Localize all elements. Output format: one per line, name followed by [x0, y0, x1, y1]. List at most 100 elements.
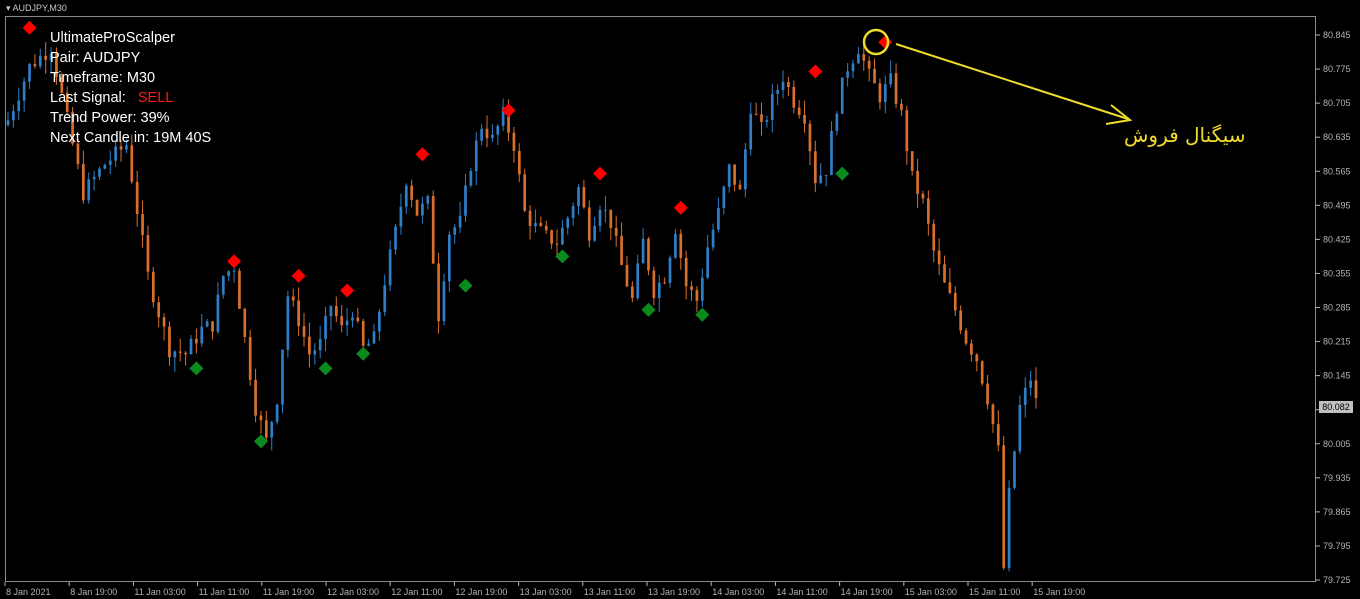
candle-body	[480, 128, 483, 141]
candle-body	[587, 207, 591, 241]
candle-body	[663, 282, 666, 284]
candle-body	[528, 210, 532, 227]
candle-body	[1023, 387, 1027, 405]
candle-body	[835, 113, 839, 131]
candle-body	[216, 294, 220, 332]
candle-body	[168, 326, 171, 358]
candle-body	[243, 308, 247, 338]
candle-body	[28, 63, 31, 82]
candle-body	[33, 63, 37, 67]
buy-signal-marker	[835, 166, 850, 181]
symbol-tab[interactable]: ▾ AUDJPY,M30	[6, 3, 67, 14]
next-candle-value: 19M 40S	[153, 130, 212, 146]
time-axis[interactable]: 8 Jan 2021 8 Jan 19:00 11 Jan 03:00 11 Jan …	[4, 582, 1085, 597]
price-tick-label: 80.005	[1323, 439, 1351, 449]
candle-body	[593, 225, 597, 241]
candle-body	[1018, 404, 1022, 452]
candle-body	[302, 326, 306, 337]
candle-body	[114, 146, 117, 161]
price-tick-label: 80.425	[1323, 234, 1351, 244]
timeframe-label: Timeframe:	[50, 70, 127, 86]
candle-body	[620, 235, 623, 265]
candle-body	[641, 238, 645, 264]
candle-body	[318, 339, 322, 351]
time-tick-label: 15 Jan 11:00	[969, 587, 1020, 597]
price-tick-label: 80.145	[1323, 371, 1351, 381]
candle-body	[38, 55, 42, 67]
candle-body	[286, 296, 290, 350]
buy-signal-marker	[458, 278, 473, 293]
time-tick-label: 12 Jan 11:00	[391, 587, 442, 597]
candle-body	[857, 54, 860, 64]
candle-body	[270, 421, 274, 438]
indicator-name: UltimateProScalper	[50, 30, 175, 46]
candle-body	[539, 222, 543, 226]
candle-body	[700, 277, 704, 301]
candle-body	[12, 111, 15, 121]
candle-body	[517, 150, 521, 175]
candle-body	[824, 175, 828, 177]
candle-body	[808, 123, 812, 152]
candle-body	[195, 338, 198, 344]
candle-body	[948, 282, 952, 293]
candle-body	[281, 349, 284, 405]
candle-body	[146, 235, 150, 272]
price-tick-label: 80.285	[1323, 303, 1351, 313]
candle-body	[82, 164, 85, 201]
buy-signal-marker	[318, 361, 333, 376]
candle-body	[410, 185, 414, 200]
arrow-pointer-icon	[895, 43, 1133, 125]
trend-label: Trend Power:	[50, 110, 141, 126]
sell-signal-marker	[340, 283, 355, 298]
candle-body	[458, 215, 462, 228]
candle-body	[867, 60, 871, 69]
candle-body	[1007, 487, 1011, 568]
candle-body	[889, 73, 893, 85]
time-tick-label: 15 Jan 19:00	[1033, 587, 1085, 597]
candle-body	[625, 264, 629, 287]
candle-body	[297, 300, 300, 327]
candle-body	[361, 321, 365, 346]
candle-body	[523, 174, 527, 211]
price-tick-label: 80.845	[1323, 30, 1351, 40]
candle-body	[738, 184, 742, 190]
candle-body	[727, 164, 731, 187]
candle-body	[173, 351, 177, 358]
candle-body	[975, 354, 979, 362]
candle-body	[970, 343, 973, 355]
candle-body	[555, 243, 559, 245]
candle-body	[426, 196, 430, 204]
symbol-label: AUDJPY,M30	[12, 3, 67, 13]
candle-body	[883, 84, 887, 103]
candle-body	[813, 151, 817, 183]
candle-body	[722, 186, 726, 208]
candle-body	[921, 193, 925, 199]
candle-body	[474, 140, 478, 171]
candle-body	[717, 207, 720, 230]
candle-body	[695, 289, 699, 301]
candle-body	[6, 120, 10, 126]
candle-body	[447, 234, 451, 282]
current-price-tag: 80.082	[1319, 401, 1353, 413]
candle-body	[932, 223, 936, 251]
time-tick-label: 14 Jan 11:00	[776, 587, 827, 597]
candle-body	[927, 198, 930, 224]
candle-body	[178, 351, 182, 353]
candle-body	[415, 199, 419, 216]
timeframe-value: M30	[126, 70, 156, 86]
price-tick-label: 79.865	[1323, 507, 1351, 517]
price-tick-label: 80.775	[1323, 64, 1351, 74]
candle-body	[770, 93, 774, 120]
candle-body	[550, 230, 553, 244]
annotation-overlay	[862, 28, 1133, 125]
time-tick-label: 14 Jan 03:00	[712, 587, 764, 597]
candle-body	[238, 270, 241, 309]
annotation-label: سیگنال فروش	[1124, 123, 1246, 147]
candle-body	[1013, 451, 1016, 488]
candle-body	[910, 151, 914, 171]
candle-body	[485, 128, 489, 139]
candle-body	[232, 270, 236, 272]
price-axis[interactable]: 80.845 80.775 80.705 80.635 80.565 80.495 80.4…	[1315, 30, 1351, 585]
candle-body	[92, 176, 96, 180]
price-tick-label: 80.495	[1323, 200, 1351, 210]
